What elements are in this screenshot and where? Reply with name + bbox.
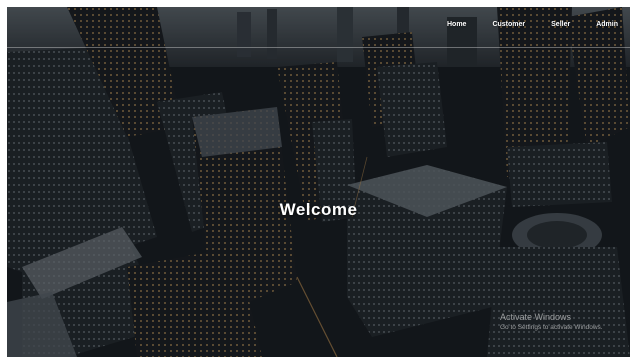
navbar-divider <box>7 47 630 48</box>
nav-home-link[interactable]: Home <box>447 21 466 28</box>
activate-windows-watermark: Activate Windows Go to Settings to activ… <box>500 312 603 331</box>
nav-seller-link[interactable]: Seller <box>551 21 570 28</box>
page-frame: Home Customer Seller Admin Welcome Activ… <box>7 7 630 357</box>
nav-admin-link[interactable]: Admin <box>596 21 618 28</box>
top-navigation: Home Customer Seller Admin <box>421 21 618 28</box>
nav-customer-link[interactable]: Customer <box>492 21 525 28</box>
activate-windows-title: Activate Windows <box>500 312 572 322</box>
city-background-image <box>7 7 630 357</box>
hero-welcome-title: Welcome <box>279 200 358 219</box>
activate-windows-subtitle: Go to Settings to activate Windows. <box>500 324 603 331</box>
